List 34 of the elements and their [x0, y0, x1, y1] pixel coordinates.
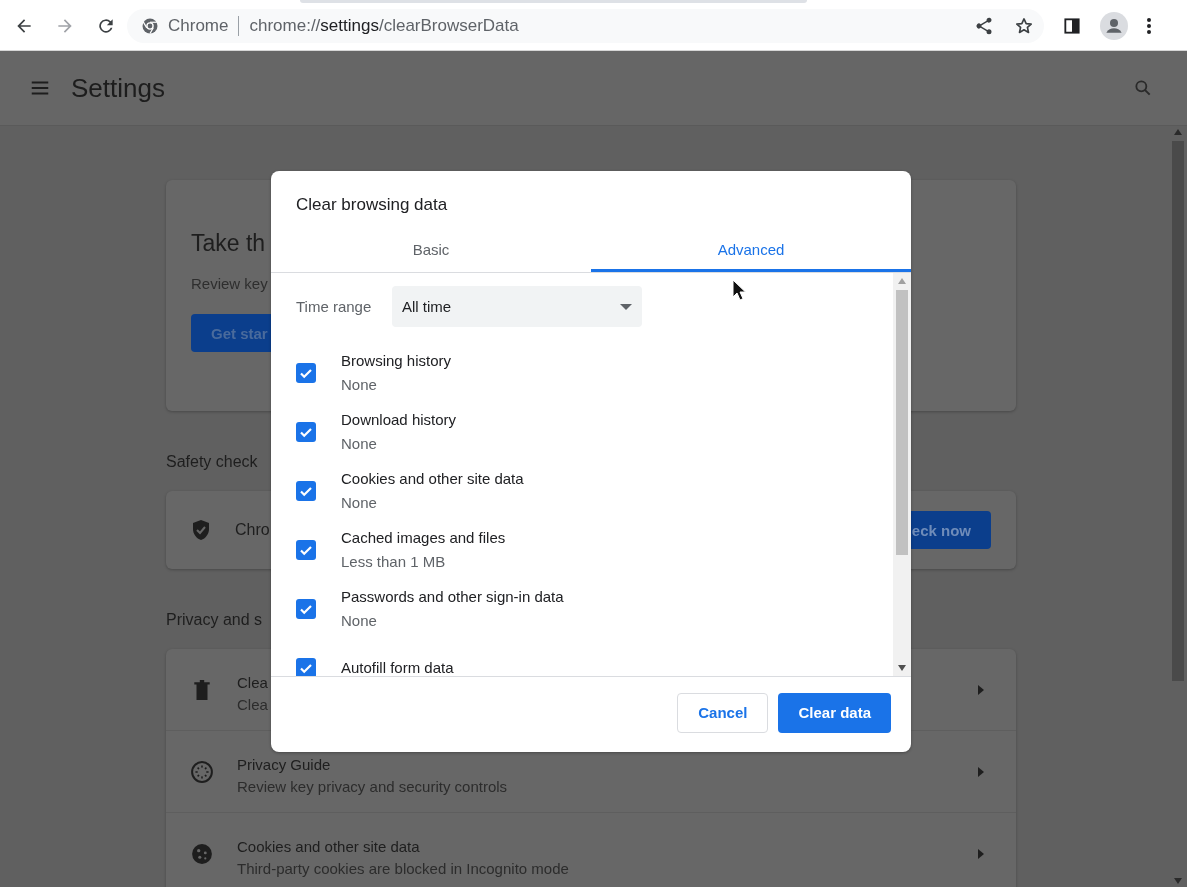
option-detail: Less than 1 MB	[341, 553, 446, 570]
field-label: Time range	[296, 298, 373, 315]
site-label: Chrome	[168, 15, 229, 36]
row-title: Cookies and other site data	[237, 838, 420, 855]
address-bar[interactable]: Chrome chrome://settings/clearBrowserData	[127, 8, 1044, 43]
settings-row[interactable]: Cookies and other site data Third-party cookies are blocked in Incognito mode	[166, 813, 1016, 887]
option-label: Autofill form data	[341, 659, 454, 676]
row-title: Clea	[237, 674, 268, 691]
tab[interactable]: Basic	[271, 229, 591, 272]
option-label: Download history	[341, 411, 457, 428]
row-subtitle: Clea	[237, 696, 268, 713]
option-label: Passwords and other sign-in data	[341, 588, 564, 605]
dialog-title: Clear browsing data	[295, 194, 449, 215]
cancel-button[interactable]: Cancel	[677, 692, 769, 733]
option-detail: None	[341, 376, 377, 393]
row-subtitle: Third-party cookies are blocked in Incognito mode	[237, 860, 569, 877]
option-detail: None	[341, 435, 377, 452]
option-label: Cached images and files	[341, 529, 506, 546]
option-label: Cookies and other site data	[341, 470, 524, 487]
section-heading: Safety check	[166, 453, 258, 471]
option-detail: None	[341, 494, 377, 511]
url-text: chrome://settings/clearBrowserData	[249, 15, 519, 36]
row-subtitle: Review key privacy and security controls	[237, 778, 508, 795]
option-label: Browsing history	[341, 352, 452, 369]
option-detail: None	[341, 612, 377, 629]
section-heading: Privacy and s	[166, 611, 263, 629]
card-text: Chro	[235, 521, 270, 539]
card-title: Take th	[191, 230, 266, 257]
tab[interactable]: Advanced	[591, 229, 911, 272]
page-title: Settings	[71, 72, 165, 104]
clear-data-button[interactable]: Clear data	[778, 692, 891, 733]
time-range-dropdown[interactable]: All time	[392, 286, 642, 327]
row-title: Privacy Guide	[237, 756, 331, 773]
card-text: Review key	[191, 275, 268, 292]
